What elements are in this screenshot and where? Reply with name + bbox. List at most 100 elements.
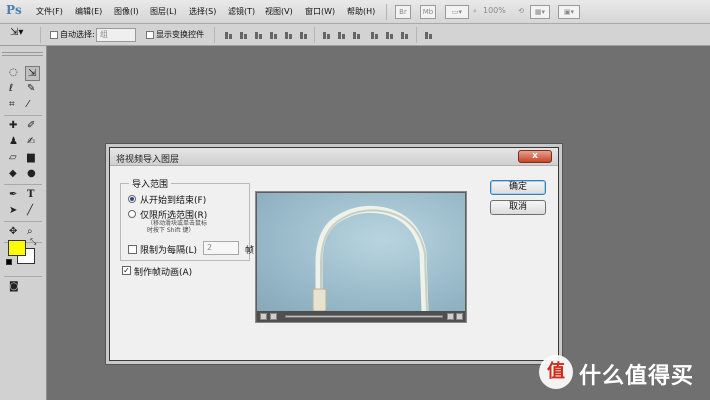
- menu-bar: Ps 文件(F) 编辑(E) 图像(I) 图层(L) 选择(S) 滤镜(T) 视…: [0, 0, 710, 24]
- import-range-label: 导入范围: [129, 177, 172, 190]
- gradient-tool-icon[interactable]: ▆: [25, 151, 40, 166]
- quick-selection-tool-icon[interactable]: ✎: [25, 82, 40, 97]
- menu-image[interactable]: 图像(I): [114, 6, 139, 17]
- blur-tool-icon[interactable]: ◆: [7, 167, 22, 182]
- options-bar: ⇲▾ 自动选择: 组 显示变换控件: [0, 24, 710, 46]
- arrange-documents-icon[interactable]: ▦▾: [530, 5, 550, 19]
- rewind-button[interactable]: [260, 313, 267, 320]
- video-frame-image: [257, 193, 465, 311]
- menu-edit[interactable]: 编辑(E): [75, 6, 102, 17]
- menu-view[interactable]: 视图(V): [265, 6, 293, 17]
- crop-tool-icon[interactable]: ⌗: [7, 98, 22, 113]
- path-selection-tool-icon[interactable]: ➤: [7, 204, 22, 219]
- align-left-icon[interactable]: [269, 30, 279, 40]
- import-range-group: 导入范围 从开始到结束(F) 仅限所选范围(R) （移动滑块或单击鼠标 时按下 …: [120, 177, 254, 261]
- mini-bridge-icon[interactable]: Mb: [420, 5, 436, 19]
- align-vcenter-icon[interactable]: [239, 30, 249, 40]
- line-tool-icon[interactable]: ╱: [25, 204, 40, 219]
- toolbox-separator: [4, 276, 42, 277]
- screen-mode-icon[interactable]: ▭▾: [445, 5, 469, 19]
- menu-separator: [386, 4, 387, 20]
- toolbox-separator: [4, 115, 42, 116]
- watermark-text: 什么值得买: [579, 364, 695, 389]
- distribute-top-icon[interactable]: [322, 30, 332, 40]
- quick-mask-icon[interactable]: ◙: [7, 280, 22, 295]
- smzdm-logo: 值: [539, 355, 573, 389]
- limit-frames-checkbox[interactable]: [128, 245, 137, 254]
- align-right-icon[interactable]: [299, 30, 309, 40]
- distribute-bottom-icon[interactable]: [352, 30, 362, 40]
- swap-colors-icon[interactable]: ⤡: [30, 236, 36, 248]
- menu-layer[interactable]: 图层(L): [150, 6, 177, 17]
- ok-button[interactable]: 确定: [490, 180, 546, 195]
- make-animation-label[interactable]: 制作帧动画(A): [134, 265, 192, 278]
- align-top-icon[interactable]: [224, 30, 234, 40]
- auto-select-dropdown[interactable]: 组: [96, 28, 136, 42]
- move-tool-preset-icon[interactable]: ⇲▾: [10, 27, 23, 38]
- range-all-label[interactable]: 从开始到结束(F): [140, 193, 206, 206]
- range-all-radio[interactable]: [128, 195, 136, 203]
- step-back-button[interactable]: [447, 313, 454, 320]
- toolbox-grip[interactable]: [2, 52, 43, 56]
- clone-stamp-tool-icon[interactable]: ♟: [7, 135, 22, 150]
- lasso-tool-icon[interactable]: ℓ: [7, 82, 22, 97]
- move-tool-icon[interactable]: ⇲: [25, 66, 40, 81]
- show-transform-checkbox[interactable]: [146, 31, 154, 39]
- foreground-color-swatch[interactable]: [8, 240, 26, 256]
- make-animation-checkbox[interactable]: ✓: [122, 266, 131, 275]
- options-separator: [214, 27, 215, 43]
- type-tool-icon[interactable]: T: [25, 188, 40, 203]
- menu-filter[interactable]: 滤镜(T): [228, 6, 255, 17]
- cancel-button[interactable]: 取消: [490, 200, 546, 215]
- video-preview: [255, 191, 467, 323]
- options-separator: [314, 27, 315, 43]
- smzdm-watermark: 值 什么值得买: [539, 355, 707, 393]
- dodge-tool-icon[interactable]: ●: [25, 167, 40, 182]
- pen-tool-icon[interactable]: ✒: [7, 188, 22, 203]
- distribute-right-icon[interactable]: [400, 30, 410, 40]
- dialog-title: 将视频导入图层: [116, 155, 180, 165]
- toolbox: ◌ ⇲ ℓ ✎ ⌗ ⁄ ✚ ✐ ♟ ✍ ▱ ▆ ◆ ● ✒ T ➤ ╱ ✥ ⌕ …: [0, 46, 47, 400]
- distribute-hcenter-icon[interactable]: [385, 30, 395, 40]
- 3d-rotate-tool-icon[interactable]: ✥: [7, 225, 22, 240]
- limit-frames-label[interactable]: 限制为每隔(L): [140, 243, 197, 256]
- screen-mode-icon[interactable]: ▣▾: [558, 5, 580, 19]
- frames-unit-label: 帧: [245, 246, 255, 256]
- zoom-level: 100%: [483, 6, 506, 15]
- step-forward-button[interactable]: [456, 313, 463, 320]
- marquee-tool-icon[interactable]: ◌: [7, 66, 22, 81]
- bridge-icon[interactable]: Br: [395, 5, 411, 19]
- menu-select[interactable]: 选择(S): [189, 6, 216, 17]
- zoom-tool-icon[interactable]: ⌕: [470, 5, 480, 19]
- toolbox-separator: [4, 221, 42, 222]
- brush-tool-icon[interactable]: ✐: [25, 119, 40, 134]
- video-scrub-track[interactable]: [285, 315, 443, 318]
- video-controls: [257, 311, 465, 322]
- auto-align-layers-icon[interactable]: [424, 30, 434, 40]
- import-video-dialog: 将视频导入图层 x 导入范围 从开始到结束(F) 仅限所选范围(R) （移动滑块…: [109, 147, 559, 361]
- eyedropper-tool-icon[interactable]: ⁄: [25, 98, 40, 113]
- close-button[interactable]: x: [518, 150, 552, 163]
- distribute-vcenter-icon[interactable]: [337, 30, 347, 40]
- auto-select-checkbox[interactable]: [50, 31, 58, 39]
- history-brush-tool-icon[interactable]: ✍: [25, 135, 40, 150]
- menu-help[interactable]: 帮助(H): [347, 6, 375, 17]
- toolbox-separator: [4, 184, 42, 185]
- default-colors-icon[interactable]: [6, 259, 12, 265]
- align-hcenter-icon[interactable]: [284, 30, 294, 40]
- limit-frames-input[interactable]: 2: [203, 241, 239, 255]
- range-note-line2: 时按下 Shift 键）: [147, 227, 195, 234]
- play-button[interactable]: [270, 313, 277, 320]
- menu-window[interactable]: 窗口(W): [305, 6, 335, 17]
- dialog-titlebar[interactable]: 将视频导入图层 x: [110, 148, 558, 166]
- spot-healing-tool-icon[interactable]: ✚: [7, 119, 22, 134]
- eraser-tool-icon[interactable]: ▱: [7, 151, 22, 166]
- show-transform-label: 显示变换控件: [156, 30, 204, 39]
- align-bottom-icon[interactable]: [254, 30, 264, 40]
- rotate-view-icon[interactable]: ⟲: [513, 5, 529, 19]
- distribute-left-icon[interactable]: [370, 30, 380, 40]
- range-selected-radio[interactable]: [128, 210, 136, 218]
- cable-arch-shape: [312, 205, 429, 311]
- photoshop-logo: Ps: [6, 3, 22, 17]
- menu-file[interactable]: 文件(F): [36, 6, 63, 17]
